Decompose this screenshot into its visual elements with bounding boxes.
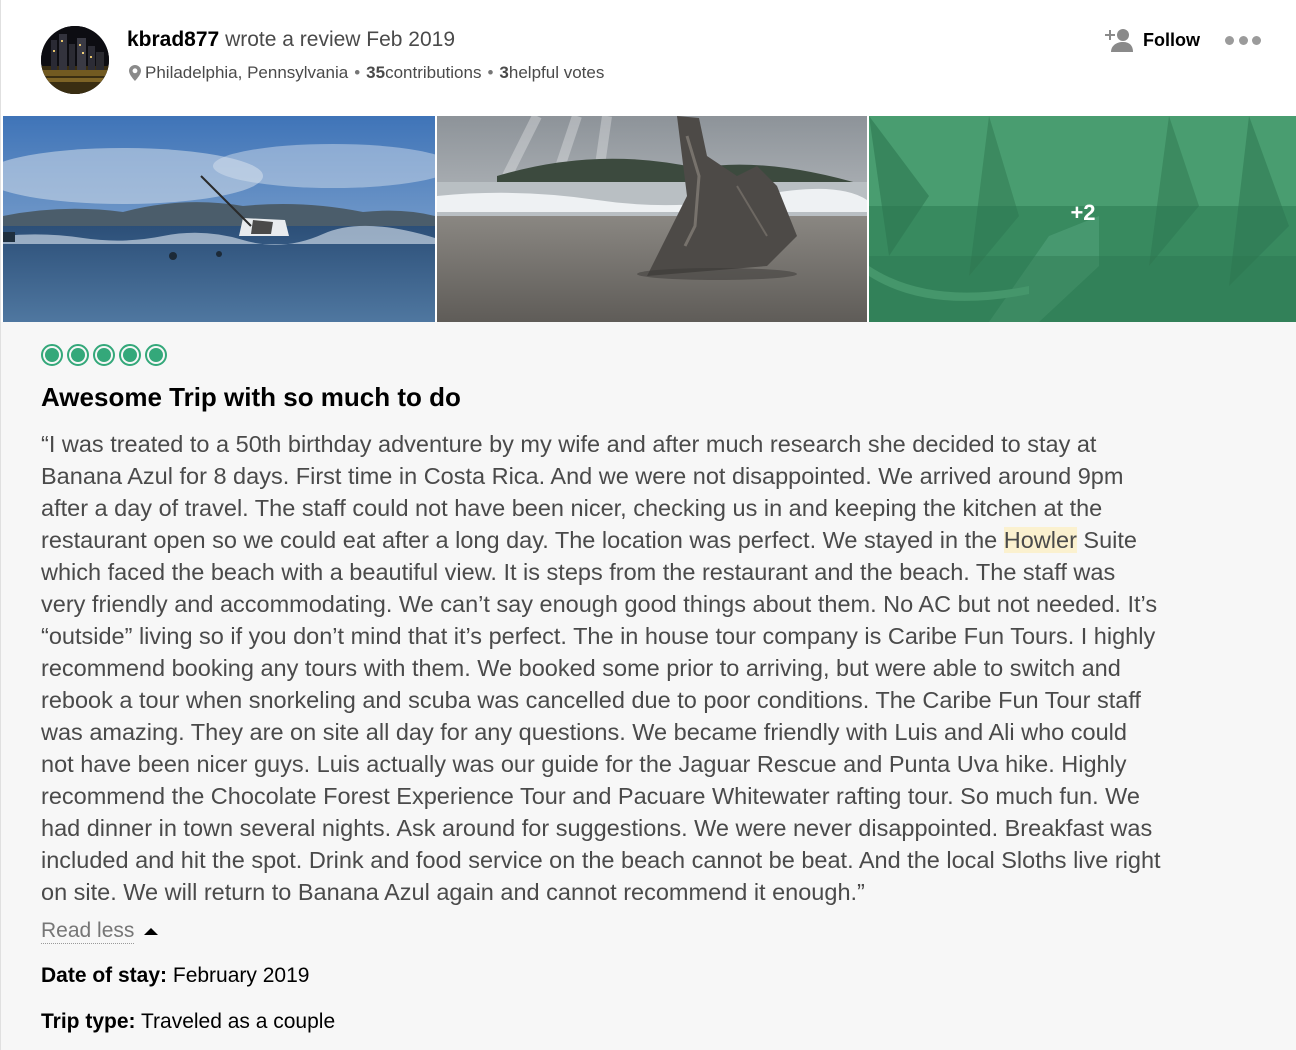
- rating-bubble-icon: [93, 344, 115, 366]
- rating-bubbles: [41, 344, 171, 366]
- review-photo-3[interactable]: +2: [869, 116, 1296, 322]
- review-text-line: Banana Azul for 8 days. First time in Co…: [41, 463, 1124, 489]
- review-header: kbrad877 wrote a review Feb 2019: [127, 28, 455, 52]
- trip-type: Trip type: Traveled as a couple: [41, 1010, 335, 1034]
- review-text-line: after a day of travel. The staff could n…: [41, 495, 1103, 521]
- helpful-votes-count: 3: [499, 63, 509, 82]
- review-text-line: recommend booking any tours with them. W…: [41, 655, 1121, 681]
- user-meta: Philadelphia, Pennsylvania • 35 contribu…: [129, 63, 604, 83]
- date-of-stay-label: Date of stay:: [41, 964, 168, 987]
- follow-label: Follow: [1143, 29, 1200, 50]
- review-text-line: restaurant open so we could eat after a …: [41, 524, 1277, 556]
- review-text-segment: Suite: [1076, 527, 1137, 553]
- trip-type-label: Trip type:: [41, 1010, 136, 1033]
- review-text-line: was amazing. They are on site all day fo…: [41, 719, 1127, 745]
- user-location: Philadelphia, Pennsylvania: [145, 63, 349, 82]
- review-card: kbrad877 wrote a review Feb 2019 Philade…: [0, 0, 1296, 1050]
- highlighted-keyword: Howler: [1003, 527, 1077, 553]
- separator-dot: •: [487, 63, 494, 82]
- review-text: “I was treated to a 50th birthday advent…: [41, 428, 1277, 908]
- read-less-label: Read less: [41, 919, 135, 944]
- shipwreck-sea-photo: [3, 116, 435, 322]
- helpful-votes-label: helpful votes: [508, 63, 605, 82]
- read-less-link[interactable]: Read less: [41, 919, 159, 944]
- map-pin-icon: [129, 65, 141, 81]
- review-text-segment: restaurant open so we could eat after a …: [41, 527, 1004, 553]
- review-text-line: “outside” living so if you don’t mind th…: [41, 623, 1156, 649]
- review-text-line: very friendly and accommodating. We can’…: [41, 591, 1158, 617]
- review-action-text: wrote a review Feb 2019: [219, 28, 456, 51]
- review-text-line: not have been nicer guys. Luis actually …: [41, 751, 1127, 777]
- review-text-line: included and hit the spot. Drink and foo…: [41, 847, 1161, 873]
- rating-bubble-icon: [67, 344, 89, 366]
- review-photo-2[interactable]: [437, 116, 867, 322]
- rating-bubble-icon: [41, 344, 63, 366]
- date-of-stay: Date of stay: February 2019: [41, 964, 309, 988]
- review-text-line: “I was treated to a 50th birthday advent…: [41, 431, 1097, 457]
- review-text-line: had dinner in town several nights. Ask a…: [41, 815, 1153, 841]
- review-text-line: which faced the beach with a beautiful v…: [41, 559, 1116, 585]
- rating-bubble-icon: [119, 344, 141, 366]
- username-link[interactable]: kbrad877: [127, 28, 219, 51]
- review-photo-1[interactable]: [3, 116, 435, 322]
- follow-button[interactable]: Follow: [1105, 26, 1200, 54]
- driftwood-beach-photo: [437, 116, 867, 322]
- trip-type-value: Traveled as a couple: [135, 1010, 336, 1033]
- separator-dot: •: [354, 63, 361, 82]
- contributions-count: 35: [366, 63, 386, 82]
- caret-up-icon: [144, 928, 159, 935]
- rating-bubble-icon: [145, 344, 167, 366]
- review-text-line: recommend the Chocolate Forest Experienc…: [41, 783, 1140, 809]
- date-of-stay-value: February 2019: [167, 964, 310, 987]
- avatar-image: [41, 26, 109, 94]
- more-photos-overlay[interactable]: +2: [869, 116, 1296, 322]
- review-title[interactable]: Awesome Trip with so much to do: [41, 382, 461, 413]
- contributions-label: contributions: [385, 63, 482, 82]
- review-text-line: on site. We will return to Banana Azul a…: [41, 879, 865, 905]
- review-body: Awesome Trip with so much to do “I was t…: [1, 322, 1296, 1050]
- user-avatar[interactable]: [41, 26, 109, 94]
- add-user-icon: [1105, 28, 1133, 52]
- more-options-icon[interactable]: [1225, 33, 1261, 47]
- review-text-line: rebook a tour when snorkeling and scuba …: [41, 687, 1141, 713]
- more-photos-count: +2: [1070, 200, 1096, 225]
